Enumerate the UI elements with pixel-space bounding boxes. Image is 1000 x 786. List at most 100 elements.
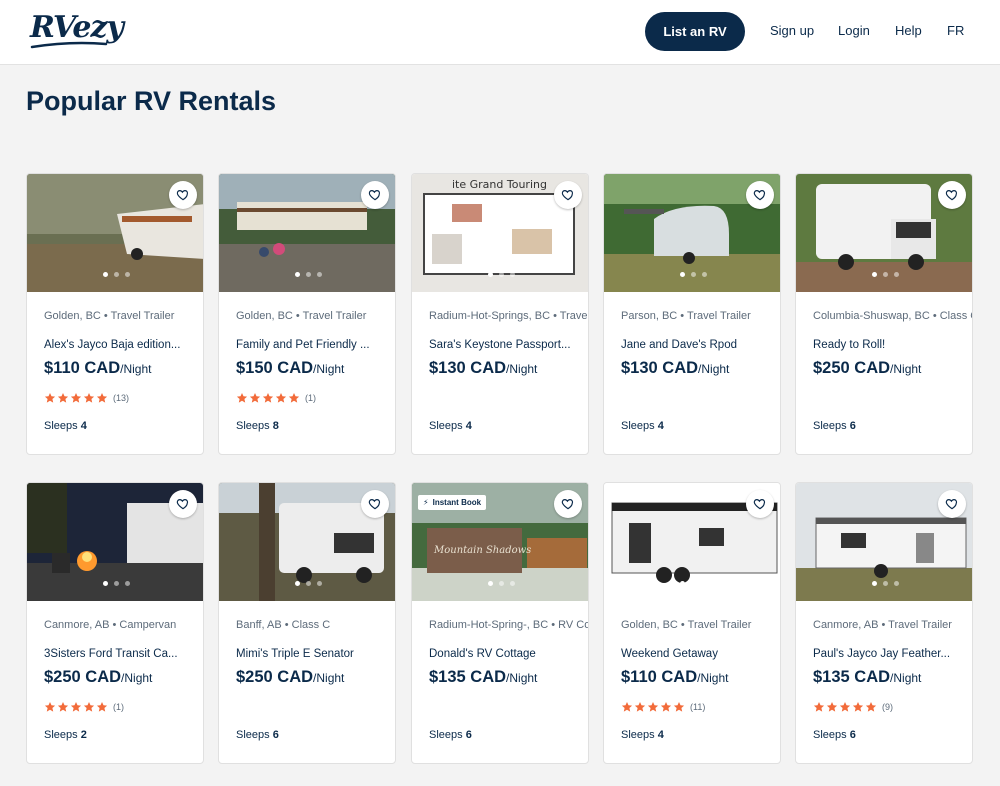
- listing-rating: (9): [813, 701, 893, 713]
- listing-card[interactable]: Canmore, AB • Travel Trailer Paul's Jayc…: [795, 482, 973, 764]
- listing-photo[interactable]: [27, 174, 203, 292]
- carousel-dot[interactable]: [124, 581, 130, 586]
- carousel-dots: [604, 581, 780, 586]
- carousel-dot[interactable]: [294, 581, 300, 586]
- listing-name[interactable]: Paul's Jayco Jay Feather...: [813, 648, 963, 660]
- carousel-dot[interactable]: [487, 272, 493, 277]
- listing-photo[interactable]: [219, 174, 395, 292]
- listing-photo[interactable]: [219, 483, 395, 601]
- sleeps-count: 2: [80, 729, 87, 741]
- favorite-heart-button[interactable]: [554, 490, 582, 518]
- carousel-dot[interactable]: [893, 272, 899, 277]
- favorite-heart-button[interactable]: [169, 490, 197, 518]
- list-an-rv-button[interactable]: List an RV: [645, 12, 745, 51]
- listing-photo[interactable]: Mountain Shadows ⚡ Instant Book: [412, 483, 588, 601]
- listing-name[interactable]: 3Sisters Ford Transit Ca...: [44, 648, 194, 660]
- carousel-dot[interactable]: [871, 272, 877, 277]
- star-icon: [865, 701, 877, 713]
- favorite-heart-button[interactable]: [361, 181, 389, 209]
- favorite-heart-button[interactable]: [554, 181, 582, 209]
- carousel-dot[interactable]: [124, 272, 130, 277]
- listing-photo[interactable]: [604, 174, 780, 292]
- listing-name[interactable]: Ready to Roll!: [813, 339, 963, 351]
- sleeps-label: Sleeps: [44, 729, 78, 741]
- per-night-label: /Night: [313, 362, 345, 376]
- carousel-dot[interactable]: [498, 272, 504, 277]
- listing-sleeps: Sleeps 6: [429, 729, 472, 741]
- carousel-dot[interactable]: [305, 581, 311, 586]
- carousel-dot[interactable]: [690, 581, 696, 586]
- carousel-dot[interactable]: [102, 272, 108, 277]
- heart-icon: [176, 188, 190, 202]
- nav-login-link[interactable]: Login: [838, 23, 870, 38]
- carousel-dot[interactable]: [509, 581, 515, 586]
- rating-count: (1): [305, 393, 316, 403]
- listing-photo[interactable]: [796, 483, 972, 601]
- carousel-dot[interactable]: [294, 272, 300, 277]
- carousel-dot[interactable]: [305, 272, 311, 277]
- carousel-dots: [219, 581, 395, 586]
- listing-card[interactable]: Canmore, AB • Campervan 3Sisters Ford Tr…: [26, 482, 204, 764]
- favorite-heart-button[interactable]: [361, 490, 389, 518]
- carousel-dot[interactable]: [113, 272, 119, 277]
- star-icon: [621, 701, 633, 713]
- listing-name[interactable]: Donald's RV Cottage: [429, 648, 579, 660]
- listing-card[interactable]: Banff, AB • Class C Mimi's Triple E Sena…: [218, 482, 396, 764]
- listing-location: Radium-Hot-Springs, BC • Travel Trailer: [429, 310, 589, 322]
- heart-icon: [945, 497, 959, 511]
- listing-name[interactable]: Family and Pet Friendly ...: [236, 339, 386, 351]
- carousel-dot[interactable]: [871, 581, 877, 586]
- listing-photo[interactable]: [604, 483, 780, 601]
- carousel-dot[interactable]: [487, 581, 493, 586]
- sleeps-count: 8: [272, 420, 279, 432]
- listing-card[interactable]: Golden, BC • Travel Trailer Family and P…: [218, 173, 396, 455]
- listing-sleeps: Sleeps 2: [44, 729, 87, 741]
- carousel-dot[interactable]: [102, 581, 108, 586]
- carousel-dot[interactable]: [701, 272, 707, 277]
- star-icon: [70, 392, 82, 404]
- carousel-dot[interactable]: [509, 272, 515, 277]
- carousel-dot[interactable]: [113, 581, 119, 586]
- listing-price-row: $250 CAD/Night: [813, 359, 921, 378]
- listing-price: $130 CAD: [621, 359, 699, 377]
- favorite-heart-button[interactable]: [746, 181, 774, 209]
- listing-card[interactable]: Columbia-Shuswap, BC • Class C Ready to …: [795, 173, 973, 455]
- nav-language-link[interactable]: FR: [947, 23, 964, 38]
- carousel-dot[interactable]: [316, 581, 322, 586]
- carousel-dot[interactable]: [701, 581, 707, 586]
- star-icon: [44, 392, 56, 404]
- listing-photo[interactable]: [27, 483, 203, 601]
- listing-name[interactable]: Sara's Keystone Passport...: [429, 339, 579, 351]
- listing-card[interactable]: Mountain Shadows ⚡ Instant Book Radium-Ho…: [411, 482, 589, 764]
- listing-price-row: $135 CAD/Night: [429, 668, 537, 687]
- carousel-dot[interactable]: [690, 272, 696, 277]
- listing-name[interactable]: Weekend Getaway: [621, 648, 771, 660]
- carousel-dot[interactable]: [882, 272, 888, 277]
- star-icon: [57, 701, 69, 713]
- favorite-heart-button[interactable]: [169, 181, 197, 209]
- listing-name[interactable]: Mimi's Triple E Senator: [236, 648, 386, 660]
- listing-location: Banff, AB • Class C: [236, 619, 331, 631]
- nav-help-link[interactable]: Help: [895, 23, 922, 38]
- listing-card[interactable]: Golden, BC • Travel Trailer Alex's Jayco…: [26, 173, 204, 455]
- carousel-dot[interactable]: [316, 272, 322, 277]
- favorite-heart-button[interactable]: [938, 490, 966, 518]
- carousel-dot[interactable]: [679, 272, 685, 277]
- carousel-dot[interactable]: [882, 581, 888, 586]
- listing-card[interactable]: Parson, BC • Travel Trailer Jane and Dav…: [603, 173, 781, 455]
- favorite-heart-button[interactable]: [746, 490, 774, 518]
- star-icon: [852, 701, 864, 713]
- listing-name[interactable]: Alex's Jayco Baja edition...: [44, 339, 194, 351]
- carousel-dot[interactable]: [679, 581, 685, 586]
- listing-photo[interactable]: [796, 174, 972, 292]
- listing-name[interactable]: Jane and Dave's Rpod: [621, 339, 771, 351]
- carousel-dot[interactable]: [893, 581, 899, 586]
- listing-card[interactable]: Golden, BC • Travel Trailer Weekend Geta…: [603, 482, 781, 764]
- nav-sign-up-link[interactable]: Sign up: [770, 23, 814, 38]
- carousel-dot[interactable]: [498, 581, 504, 586]
- listing-rating: (1): [236, 392, 316, 404]
- listing-card[interactable]: ite Grand Touring Radium-Hot-Springs, BC…: [411, 173, 589, 455]
- listing-photo[interactable]: ite Grand Touring: [412, 174, 588, 292]
- carousel-dots: [27, 581, 203, 586]
- favorite-heart-button[interactable]: [938, 181, 966, 209]
